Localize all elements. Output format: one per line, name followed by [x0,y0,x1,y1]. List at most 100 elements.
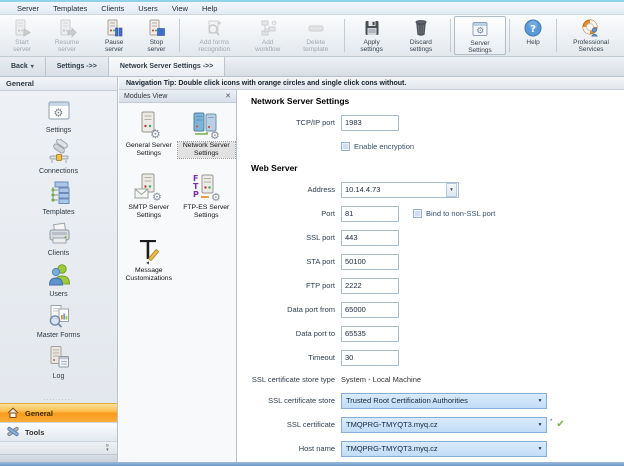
svg-text:P: P [193,190,199,199]
add-workflow-label: Add workflow [249,39,286,54]
timeout-input[interactable] [341,350,399,366]
master-forms-icon [46,303,72,331]
apply-settings-button[interactable]: Apply settings [348,16,395,55]
add-workflow-button[interactable]: ⚙ Add workflow [245,16,290,55]
pause-server-button[interactable]: Pause server [92,16,136,55]
ssl-certificate-row: SSL certificate TMQPRG-TMYQT3.myq.cz ▾ *… [238,416,624,433]
stop-server-button[interactable]: Stop server [136,16,176,55]
sidebar-tools-button[interactable]: Tools [0,422,117,441]
smtp-server-settings-icon: ⚙ [132,172,166,204]
enable-encryption-checkbox[interactable] [341,142,350,151]
sidebar-general-button[interactable]: General [0,403,117,422]
delete-template-button[interactable]: Delete template [290,16,341,55]
add-forms-recognition-icon [204,18,224,38]
close-icon[interactable]: ✕ [225,92,231,100]
address-dropdown-arrow-icon[interactable]: ▾ [446,183,457,197]
professional-services-label: Professional Services [564,39,618,54]
module-ftp-es-server-settings[interactable]: FTP⚙ FTP-ES Server Settings [178,172,236,220]
menu-help[interactable]: Help [195,4,224,13]
data-port-to-row: Data port to [238,325,624,342]
menu-users[interactable]: Users [131,4,165,13]
templates-icon [46,180,72,208]
menu-templates[interactable]: Templates [46,4,94,13]
resume-server-icon [57,18,77,38]
sidebar-item-settings[interactable]: ⚙ Settings [0,96,117,137]
professional-services-button[interactable]: Professional Services [560,16,622,55]
data-port-to-input[interactable] [341,326,399,342]
ftp-es-server-settings-icon: FTP⚙ [189,172,223,204]
sidebar-header: General [0,77,117,91]
sta-port-input[interactable] [341,254,399,270]
module-message-customizations[interactable]: T Message Customizations [120,235,178,283]
menu-server[interactable]: Server [10,4,46,13]
module-label: Network Server Settings [178,142,236,158]
address-combobox[interactable]: 10.14.4.73 ▾ [341,182,459,198]
ssl-store-type-value: System - Local Machine [341,375,421,384]
back-caret-icon: ▾ [31,63,34,70]
server-settings-icon: ⚙ [470,19,490,39]
required-asterisk: * [550,419,552,425]
module-smtp-server-settings[interactable]: ⚙ SMTP Server Settings [120,172,178,220]
svg-text:T: T [139,236,156,265]
expander-chevron-icon[interactable]: » ▾ [106,443,109,453]
ftp-port-label: FTP port [238,281,335,290]
start-server-button[interactable]: Start server [2,16,42,55]
section-title-network-server-settings: Network Server Settings [251,96,624,106]
port-label: Port [238,209,335,218]
ssl-store-dropdown-arrow-icon: ▾ [534,398,546,404]
menu-clients[interactable]: Clients [94,4,131,13]
log-icon [46,344,72,372]
tcp-ip-port-input[interactable] [341,115,399,131]
breadcrumb-current[interactable]: Network Server Settings ->> [109,57,225,76]
sidebar-item-clients[interactable]: Clients [0,219,117,260]
discard-settings-label: Discard settings [399,39,443,54]
message-customizations-icon: T [132,235,166,267]
bind-non-ssl-checkbox[interactable] [413,209,422,218]
delete-template-label: Delete template [294,39,337,54]
menu-bar: Server Templates Clients Users View Help [0,2,624,15]
sidebar-general-label: General [25,409,53,418]
sidebar-nav-list: ⚙ Settings Connections Templates [0,91,117,396]
sidebar-item-log[interactable]: Log [0,342,117,383]
resume-server-button[interactable]: Resume server [42,16,92,55]
main-area: General ⚙ Settings Connections Templates [0,77,624,462]
network-server-settings-icon: ⚙ [189,110,223,142]
port-input[interactable] [341,206,399,222]
connections-icon [46,139,72,167]
help-label: Help [526,39,539,46]
ftp-port-input[interactable] [341,278,399,294]
host-name-dropdown[interactable]: TMQPRG-TMYQT3.myq.cz ▾ [341,441,547,457]
back-button[interactable]: Back ▾ [0,57,46,76]
server-settings-button[interactable]: ⚙ Server Settings [454,16,506,55]
host-name-label: Host name [238,444,335,453]
tools-icon [6,425,20,440]
add-forms-recognition-button[interactable]: Add forms recognition [183,16,245,55]
svg-text:⚙: ⚙ [150,127,161,140]
help-button[interactable]: ? Help [513,16,553,55]
module-label: Message Customizations [120,267,178,283]
navigation-tip-text: Navigation Tip: Double click icons with … [126,80,406,87]
sidebar-item-connections[interactable]: Connections [0,137,117,178]
module-general-server-settings[interactable]: ⚙ General Server Settings [120,110,178,158]
sidebar-item-label: Clients [48,250,69,257]
module-network-server-settings[interactable]: ⚙ Network Server Settings [178,110,236,158]
toolbar-separator [509,19,510,52]
data-port-from-input[interactable] [341,302,399,318]
ssl-certificate-dropdown[interactable]: TMQPRG-TMYQT3.myq.cz ▾ [341,417,547,433]
ssl-port-input[interactable] [341,230,399,246]
breadcrumb-settings[interactable]: Settings ->> [46,57,109,76]
menu-view[interactable]: View [165,4,195,13]
ssl-store-dropdown[interactable]: Trusted Root Certification Authorities ▾ [341,393,547,409]
sidebar-item-users[interactable]: Users [0,260,117,301]
sidebar-item-label: Connections [39,168,78,175]
clients-icon [46,221,72,249]
module-label: FTP-ES Server Settings [178,204,236,220]
sidebar-splitter-grip[interactable]: ·········· [0,396,117,403]
ssl-certificate-dropdown-arrow-icon: ▾ [534,422,546,428]
section-title-web-server: Web Server [251,163,624,173]
svg-text:⚙: ⚙ [271,20,277,28]
discard-settings-button[interactable]: Discard settings [395,16,447,55]
sidebar-item-master-forms[interactable]: Master Forms [0,301,117,342]
sidebar-item-templates[interactable]: Templates [0,178,117,219]
tcp-ip-port-label: TCP/IP port [238,118,335,127]
